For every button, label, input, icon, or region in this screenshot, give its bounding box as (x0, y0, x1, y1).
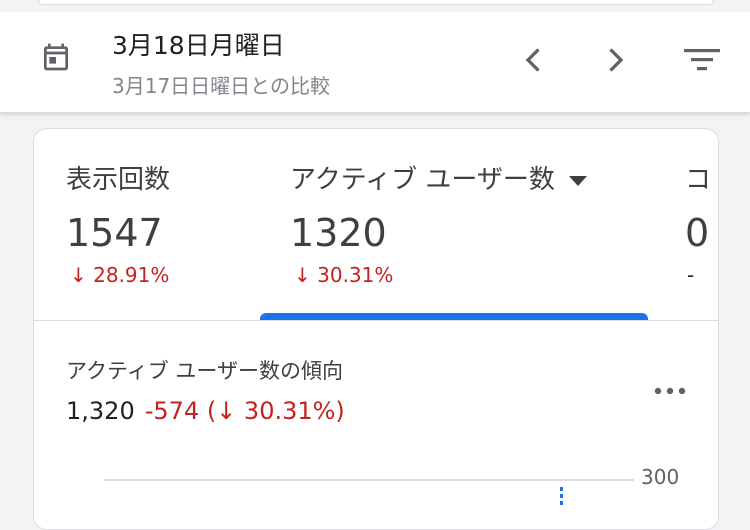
metric-value: 1320 (290, 211, 387, 255)
metric-value: 1547 (66, 211, 163, 255)
trend-delta: -574 (↓ 30.31%) (144, 397, 345, 425)
metric-label: コ (685, 165, 712, 195)
previous-card-edge (38, 0, 714, 5)
chevron-left-icon[interactable] (516, 42, 552, 78)
divider (34, 320, 718, 321)
metric-label: アクティブ ユーザー数 (290, 159, 587, 196)
chart-line-fragment (560, 487, 563, 507)
calendar-icon[interactable] (40, 40, 72, 74)
metric-label-text: アクティブ ユーザー数 (290, 165, 555, 195)
metric-change: ↓ 28.91% (70, 263, 170, 287)
trend-summary: 1,320 -574 (↓ 30.31%) (66, 397, 345, 425)
metric-value: 0 (685, 211, 710, 255)
chevron-right-icon[interactable] (597, 42, 633, 78)
metric-change: - (687, 263, 695, 287)
selected-date[interactable]: 3月18日月曜日 (112, 26, 285, 62)
metric-tab-partial[interactable]: コ 0 - (685, 129, 718, 319)
chart-gridline (104, 479, 634, 481)
comparison-date: 3月17日日曜日との比較 (112, 74, 330, 98)
y-axis-tick-label: 300 (641, 465, 680, 489)
trend-value: 1,320 (66, 397, 135, 425)
metric-tab-impressions[interactable]: 表示回数 1547 ↓ 28.91% (66, 129, 276, 319)
metric-label: 表示回数 (66, 165, 171, 195)
date-bar: 3月18日月曜日 3月17日日曜日との比較 (0, 12, 750, 113)
dropdown-arrow-icon[interactable] (568, 175, 587, 186)
metric-tab-active-users[interactable]: アクティブ ユーザー数 1320 ↓ 30.31% (290, 129, 660, 319)
more-horizontal-icon[interactable] (650, 377, 690, 405)
metrics-card: 表示回数 1547 ↓ 28.91% アクティブ ユーザー数 1320 ↓ 30… (33, 128, 719, 530)
filter-icon[interactable] (682, 42, 722, 78)
trend-title: アクティブ ユーザー数の傾向 (66, 359, 343, 383)
metric-change: ↓ 30.31% (294, 263, 394, 287)
